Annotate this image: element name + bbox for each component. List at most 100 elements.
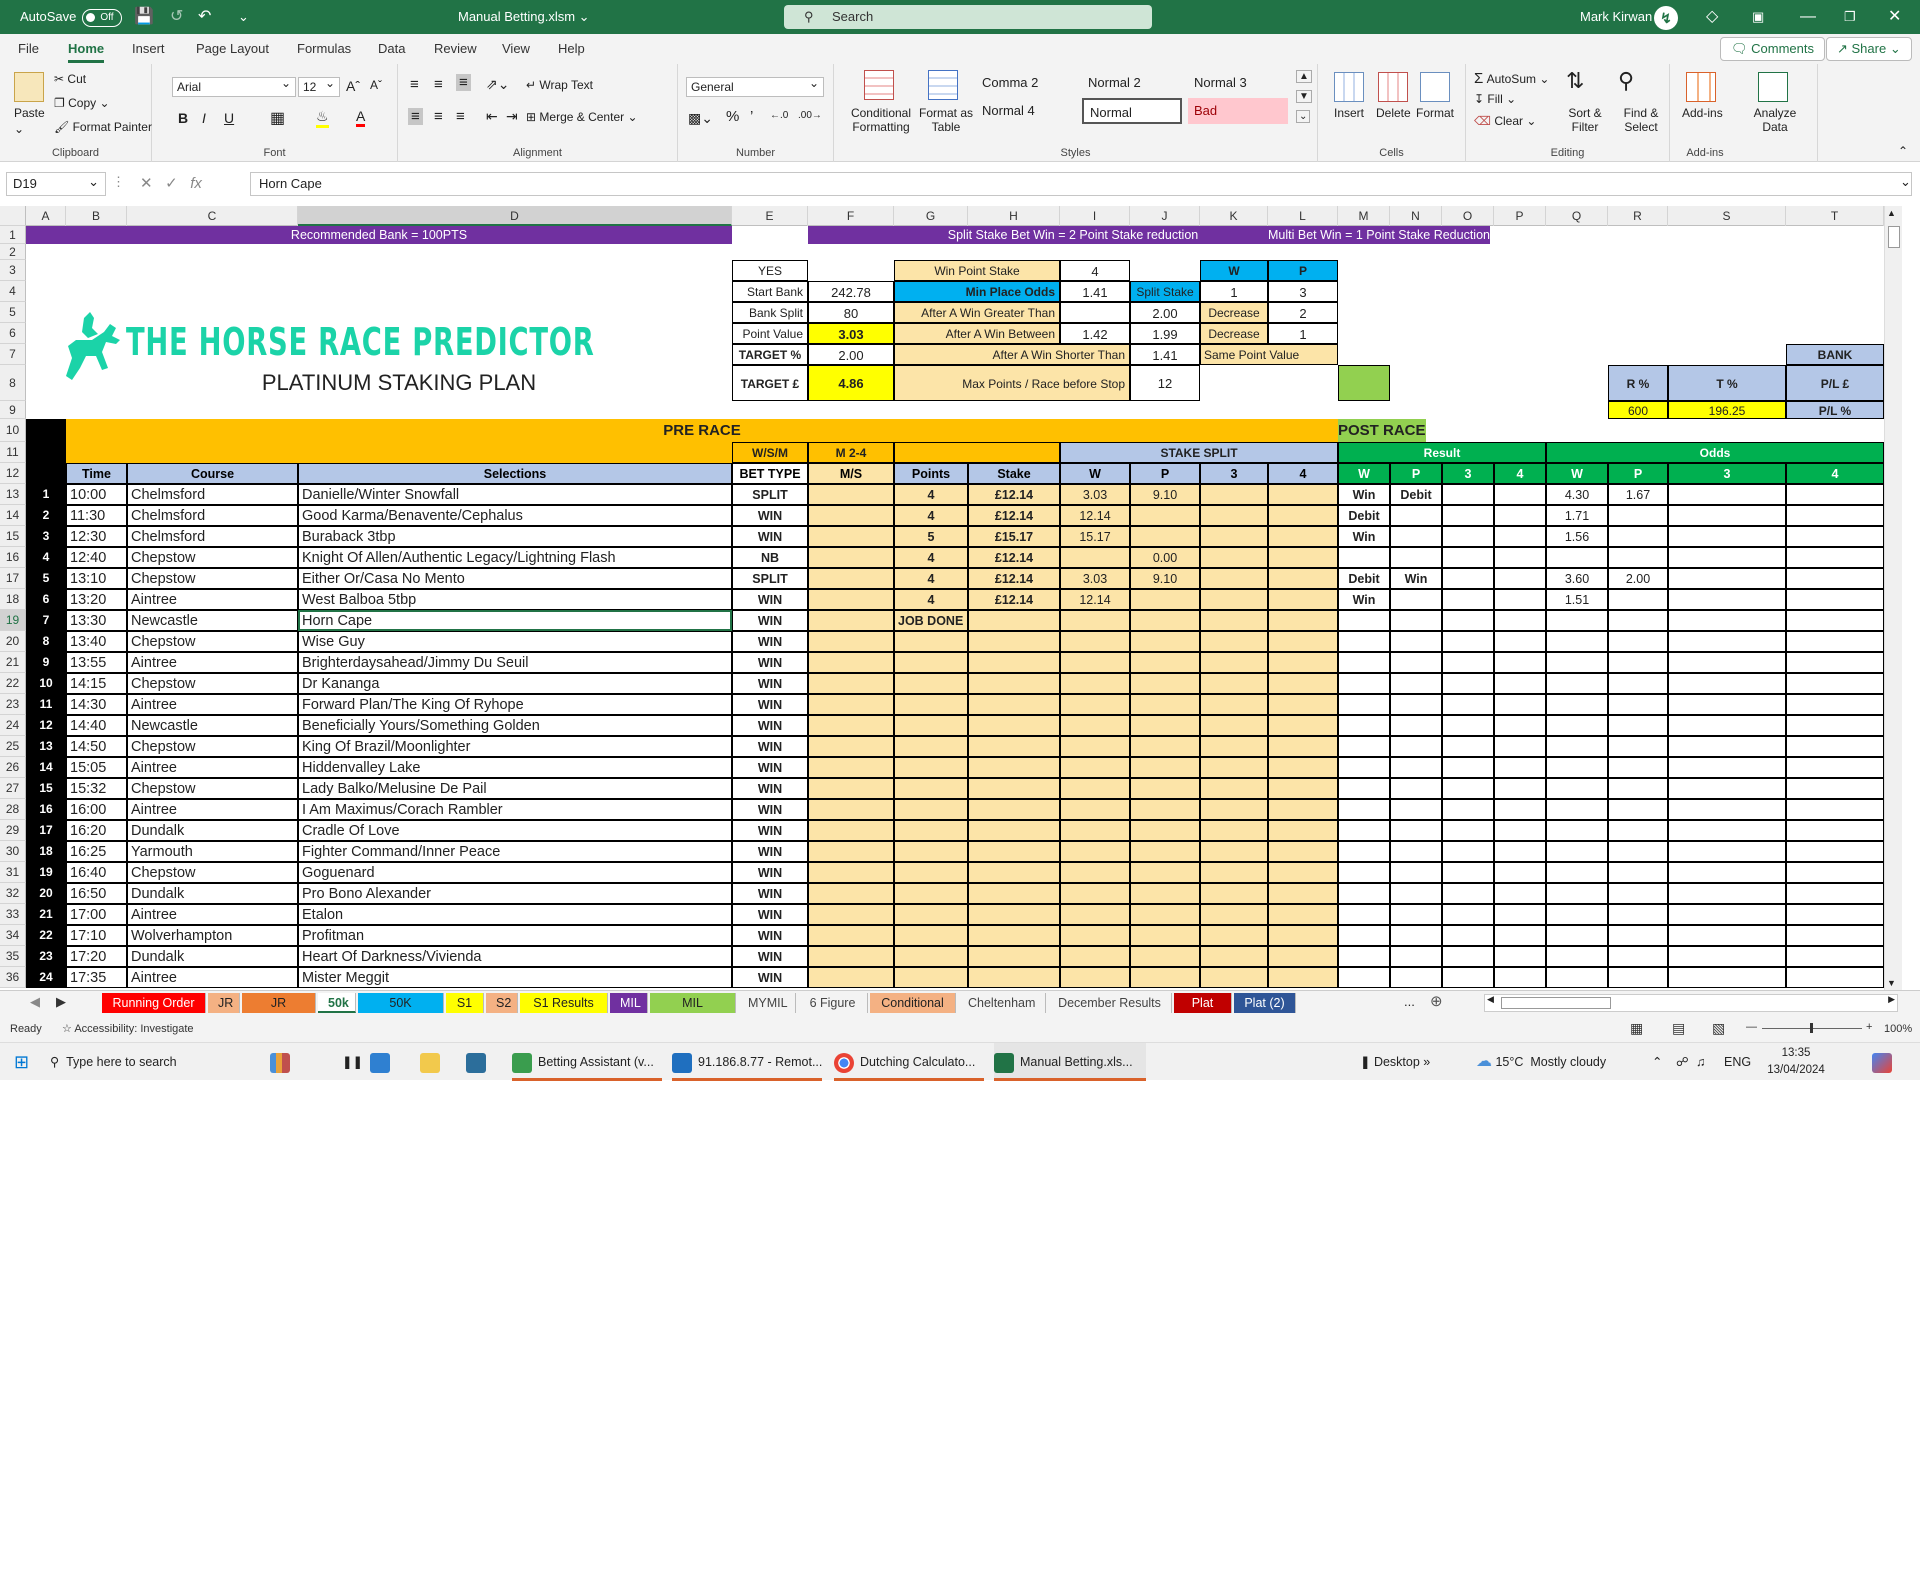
race-time[interactable]: 17:10 xyxy=(66,925,127,946)
bet-type[interactable]: NB xyxy=(732,547,808,568)
odds-w[interactable]: 1.51 xyxy=(1546,589,1608,610)
odds-p[interactable] xyxy=(1608,862,1668,883)
bet-type[interactable]: WIN xyxy=(732,589,808,610)
race-selection[interactable]: Pro Bono Alexander xyxy=(298,883,732,904)
number-format-select[interactable]: General xyxy=(686,74,824,97)
decrease-label[interactable]: Decrease xyxy=(1200,323,1268,344)
odds-w[interactable] xyxy=(1546,610,1608,631)
bet-type[interactable]: WIN xyxy=(732,757,808,778)
sheet-tab[interactable]: 50k xyxy=(318,993,356,1013)
tray-chevron-icon[interactable]: ⌃ xyxy=(1652,1043,1662,1081)
t-pct-label[interactable]: T % xyxy=(1668,365,1786,401)
result-3[interactable] xyxy=(1442,652,1494,673)
analyze-data-icon[interactable] xyxy=(1758,72,1788,102)
style-normal-3[interactable]: Normal 3 xyxy=(1188,70,1288,96)
result-p[interactable] xyxy=(1390,589,1442,610)
odds-w[interactable] xyxy=(1546,778,1608,799)
stake-split-p[interactable] xyxy=(1130,589,1200,610)
stake-split-w[interactable] xyxy=(1060,778,1130,799)
after-shorter-label[interactable]: After A Win Shorter Than xyxy=(894,344,1130,365)
column-title-points[interactable]: Points xyxy=(894,463,968,484)
paste-icon[interactable] xyxy=(14,72,44,102)
win-point-stake-value[interactable]: 4 xyxy=(1060,260,1130,281)
align-top-icon[interactable]: ≡ xyxy=(410,76,419,93)
race-selection[interactable]: West Balboa 5tbp xyxy=(298,589,732,610)
m24-header[interactable]: M 2-4 xyxy=(808,442,894,463)
column-title-course[interactable]: Course xyxy=(127,463,298,484)
odds-4[interactable] xyxy=(1786,799,1884,820)
sheet-tab[interactable]: Plat (2) xyxy=(1234,993,1296,1013)
bet-type[interactable]: WIN xyxy=(732,820,808,841)
expand-formula-icon[interactable]: ⌄ xyxy=(1900,174,1911,190)
result-3[interactable] xyxy=(1442,505,1494,526)
race-time[interactable]: 13:55 xyxy=(66,652,127,673)
odds-3[interactable] xyxy=(1668,799,1786,820)
stake-split-4[interactable] xyxy=(1268,820,1338,841)
point-value-label[interactable]: Point Value xyxy=(732,323,808,344)
points-value[interactable] xyxy=(894,967,968,988)
taskbar-app-remote-desktop[interactable]: 91.186.8.77 - Remot... xyxy=(672,1043,822,1081)
points-value[interactable] xyxy=(894,799,968,820)
race-number[interactable]: 22 xyxy=(26,925,66,946)
stake-split-3[interactable] xyxy=(1200,652,1268,673)
job-done-label[interactable]: JOB DONE xyxy=(894,610,968,631)
result-3[interactable] xyxy=(1442,547,1494,568)
sheet-tab[interactable]: Cheltenham xyxy=(958,993,1046,1013)
odds-4[interactable] xyxy=(1786,526,1884,547)
odds-3[interactable] xyxy=(1668,652,1786,673)
stake-split-3[interactable] xyxy=(1200,484,1268,505)
fill-color-icon[interactable]: ♨ xyxy=(316,108,329,128)
column-title-p[interactable]: P xyxy=(1130,463,1200,484)
column-header[interactable]: R xyxy=(1608,206,1668,226)
race-number[interactable]: 3 xyxy=(26,526,66,547)
odds-3[interactable] xyxy=(1668,925,1786,946)
odds-p[interactable] xyxy=(1608,736,1668,757)
bank-split-value[interactable]: 80 xyxy=(808,302,894,323)
close-icon[interactable]: ✕ xyxy=(1888,0,1901,34)
merge-center-button[interactable]: ⊞ Merge & Center ⌄ xyxy=(526,110,638,124)
result-w[interactable]: Win xyxy=(1338,484,1390,505)
odds-w[interactable] xyxy=(1546,736,1608,757)
race-time[interactable]: 11:30 xyxy=(66,505,127,526)
stake-split-4[interactable] xyxy=(1268,526,1338,547)
tab-scroll-right-icon[interactable]: ▶ xyxy=(56,994,66,1010)
same-point-label[interactable]: Same Point Value xyxy=(1200,344,1338,365)
stake-split-4[interactable] xyxy=(1268,841,1338,862)
race-course[interactable]: Chepstow xyxy=(127,631,298,652)
row-header[interactable]: 29 xyxy=(0,820,26,841)
sheet-tab[interactable]: December Results xyxy=(1048,993,1172,1013)
points-value[interactable]: 4 xyxy=(894,547,968,568)
stake-split-w[interactable]: 3.03 xyxy=(1060,484,1130,505)
race-course[interactable]: Dundalk xyxy=(127,820,298,841)
points-value[interactable]: 4 xyxy=(894,484,968,505)
odds-4[interactable] xyxy=(1786,694,1884,715)
stake-split-w[interactable] xyxy=(1060,694,1130,715)
odds-4[interactable] xyxy=(1786,736,1884,757)
race-course[interactable]: Dundalk xyxy=(127,946,298,967)
race-selection[interactable]: Mister Meggit xyxy=(298,967,732,988)
stake-value[interactable] xyxy=(968,673,1060,694)
stake-split-4[interactable] xyxy=(1268,925,1338,946)
stake-split-3[interactable] xyxy=(1200,589,1268,610)
points-value[interactable] xyxy=(894,736,968,757)
row-header[interactable]: 23 xyxy=(0,694,26,715)
race-selection[interactable]: Fighter Command/Inner Peace xyxy=(298,841,732,862)
column-header[interactable]: I xyxy=(1060,206,1130,226)
subheader-blank[interactable] xyxy=(66,442,732,463)
result-w[interactable]: Debit xyxy=(1338,568,1390,589)
vertical-scrollbar[interactable]: ▲ ▼ xyxy=(1884,206,1902,990)
result-4[interactable] xyxy=(1494,904,1546,925)
result-w[interactable] xyxy=(1338,799,1390,820)
row-header[interactable]: 6 xyxy=(0,323,26,344)
notifications-icon[interactable] xyxy=(1872,1043,1898,1081)
result-w[interactable] xyxy=(1338,547,1390,568)
stake-split-p[interactable] xyxy=(1130,505,1200,526)
race-selection[interactable]: I Am Maximus/Corach Rambler xyxy=(298,799,732,820)
horizontal-scroll-thumb[interactable] xyxy=(1501,997,1611,1009)
ms-cell[interactable] xyxy=(808,736,894,757)
scroll-down-icon[interactable]: ▼ xyxy=(1887,978,1896,988)
row-header[interactable]: 11 xyxy=(0,442,26,463)
odds-3[interactable] xyxy=(1668,484,1786,505)
sheet-tab[interactable]: 6 Figure xyxy=(798,993,868,1013)
format-table-button[interactable]: Format as Table xyxy=(918,106,974,134)
